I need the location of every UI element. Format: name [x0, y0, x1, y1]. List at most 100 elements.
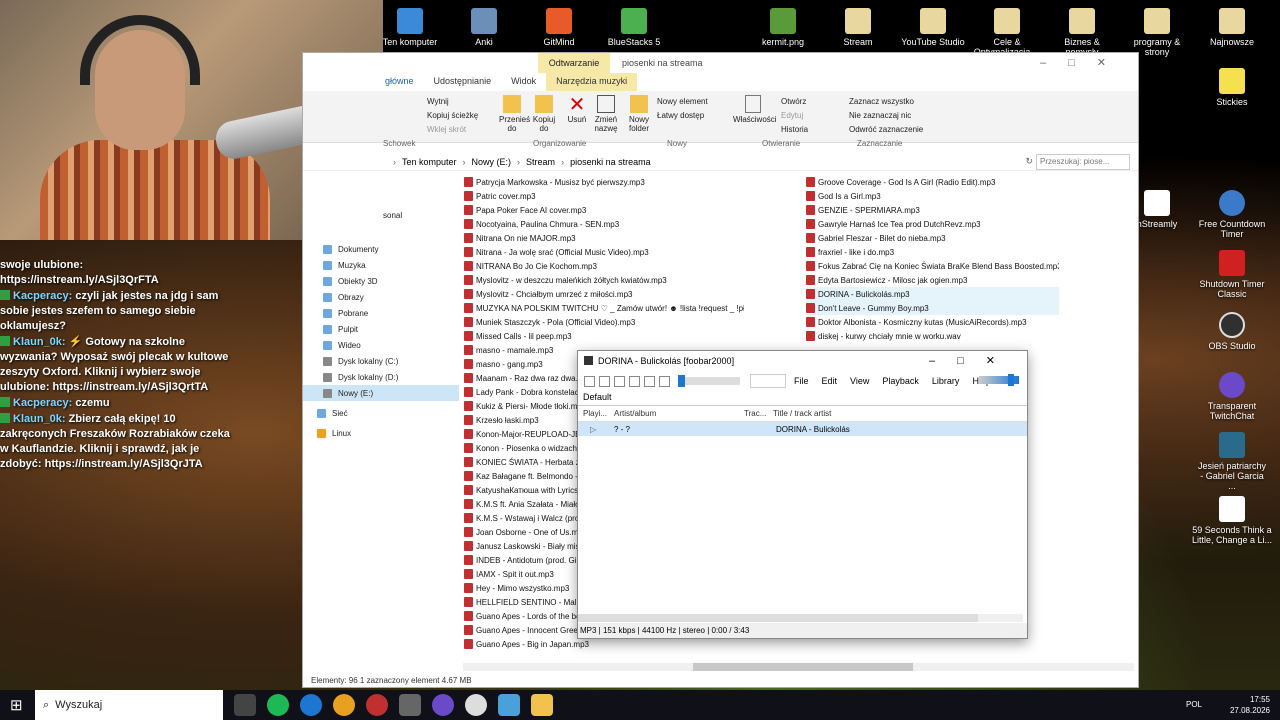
file-item[interactable]: Gawryle Harnaś Ice Tea prod DutchRevz.mp…	[806, 217, 1059, 231]
new-item-button[interactable]: Nowy element	[657, 97, 708, 106]
file-item[interactable]: Nocotyaina, Paulina Chmura - SEN.mp3	[464, 217, 744, 231]
menu-playback[interactable]: Playback	[882, 376, 919, 386]
nav-item-documents[interactable]: Dokumenty	[303, 241, 459, 257]
file-item[interactable]: Fokus Zabrać Cię na Koniec Świata BraKe …	[806, 259, 1059, 273]
volume-slider[interactable]	[979, 374, 1019, 386]
file-item[interactable]: Don't Leave - Gummy Boy.mp3	[806, 301, 1059, 315]
spotify-icon[interactable]	[267, 694, 289, 716]
playlist-row[interactable]: ▷ ? - ? DORINA - Bulickolás	[578, 422, 1027, 436]
menu-edit[interactable]: Edit	[822, 376, 838, 386]
file-item[interactable]: Myslovitz - Chciałbym umrzeć z miłości.m…	[464, 287, 744, 301]
breadcrumb-item[interactable]: Ten komputer	[402, 157, 457, 167]
horizontal-scrollbar[interactable]	[463, 663, 1134, 671]
previous-icon[interactable]	[629, 375, 640, 387]
scrollbar-thumb[interactable]	[578, 614, 978, 622]
file-item[interactable]: DORINA - Bulickolás.mp3	[806, 287, 1059, 301]
desktop-icon[interactable]: Transparent TwitchChat	[1197, 372, 1267, 421]
stop-icon[interactable]	[584, 375, 595, 387]
file-item[interactable]: Nitrana - Ja wolę srać (Official Music V…	[464, 245, 744, 259]
file-item[interactable]: MUZYKA NA POLSKIM TWITCHU ♡ _ Zamów utwó…	[464, 301, 744, 315]
foobar-taskbar-icon[interactable]	[399, 694, 421, 716]
select-none-button[interactable]: Nie zaznaczaj nic	[849, 111, 911, 120]
file-item[interactable]: Papa Poker Face AI cover.mp3	[464, 203, 744, 217]
desktop-icon[interactable]: programy & strony	[1122, 8, 1192, 57]
desktop-icon[interactable]: Shutdown Timer Classic	[1197, 250, 1267, 299]
file-item[interactable]: Gabriel Fleszar - Bilet do nieba.mp3	[806, 231, 1059, 245]
horizontal-scrollbar[interactable]	[578, 614, 1023, 622]
task-view-icon[interactable]	[234, 694, 256, 716]
desktop-icon[interactable]: Ten komputer	[375, 8, 445, 47]
tab-view[interactable]: Widok	[501, 73, 546, 91]
invert-selection-button[interactable]: Odwróć zaznaczenie	[849, 125, 923, 134]
desktop-icon[interactable]: OBS Studio	[1197, 312, 1267, 351]
opera-icon[interactable]	[366, 694, 388, 716]
paste-shortcut-button[interactable]: Wklej skrót	[427, 125, 466, 134]
file-item[interactable]: Myslovitz - w deszczu maleńkich żółtych …	[464, 273, 744, 287]
easy-access-button[interactable]: Łatwy dostęp	[657, 111, 704, 120]
desktop-icon[interactable]: kermit.png	[748, 8, 818, 47]
move-to-button[interactable]: Przenieś do	[499, 95, 530, 133]
file-explorer-icon[interactable]	[531, 694, 553, 716]
breadcrumb-item[interactable]: Stream	[526, 157, 555, 167]
seek-thumb[interactable]	[678, 375, 685, 387]
desktop-icon[interactable]: Cele & Optymalizacja ...	[972, 8, 1042, 57]
delete-button[interactable]: ✕ Usuń	[565, 95, 589, 124]
file-item[interactable]: Guano Apes - Big in Japan.mp3	[464, 637, 744, 651]
file-item[interactable]: God Is a Girl.mp3	[806, 189, 1059, 203]
file-item[interactable]: Groove Coverage - God Is A Girl (Radio E…	[806, 175, 1059, 189]
menu-view[interactable]: View	[850, 376, 869, 386]
desktop-icon[interactable]: Free Countdown Timer	[1197, 190, 1267, 239]
select-all-button[interactable]: Zaznacz wszystko	[849, 97, 914, 106]
next-icon[interactable]	[644, 375, 655, 387]
pause-icon[interactable]	[614, 375, 625, 387]
language-indicator[interactable]: POL	[1186, 699, 1202, 710]
nav-item-drive-e[interactable]: Nowy (E:)	[303, 385, 459, 401]
breadcrumb-item[interactable]: piosenki na streama	[570, 157, 651, 167]
nav-item-music[interactable]: Muzyka	[303, 257, 459, 273]
col-playing[interactable]: Playi...	[578, 409, 608, 418]
scrollbar-thumb[interactable]	[693, 663, 913, 671]
nav-item-network[interactable]: Sieć	[303, 405, 459, 421]
search-input[interactable]: Przeszukaj: piose...	[1036, 153, 1130, 170]
col-track[interactable]: Trac...	[744, 409, 773, 418]
tab-music-tools[interactable]: Narzędzia muzyki	[546, 73, 638, 91]
clock-date[interactable]: 27.08.2026	[1230, 705, 1270, 716]
menu-library[interactable]: Library	[932, 376, 960, 386]
nav-item-3d[interactable]: Obiekty 3D	[303, 273, 459, 289]
twitch-icon[interactable]	[432, 694, 454, 716]
file-item[interactable]: Nitrana On nie MAJOR.mp3	[464, 231, 744, 245]
desktop-icon[interactable]: 59 Seconds Think a Little, Change a Li..…	[1190, 496, 1274, 545]
obs-taskbar-icon[interactable]	[465, 694, 487, 716]
copy-to-button[interactable]: Kopiuj do	[531, 95, 557, 133]
new-folder-button[interactable]: Nowy folder	[625, 95, 653, 133]
nav-item-video[interactable]: Wideo	[303, 337, 459, 353]
menu-file[interactable]: File	[794, 376, 809, 386]
file-item[interactable]: GENZIE - SPERMIARA.mp3	[806, 203, 1059, 217]
random-icon[interactable]	[659, 375, 670, 387]
desktop-icon[interactable]: Stickies	[1197, 68, 1267, 107]
file-item[interactable]: Patrycja Markowska - Musisz być pierwszy…	[464, 175, 744, 189]
desktop-icon[interactable]: Najnowsze	[1197, 8, 1267, 47]
file-item[interactable]: Muniek Staszczyk - Pola (Official Video)…	[464, 315, 744, 329]
context-tab-playback[interactable]: Odtwarzanie	[538, 53, 610, 73]
desktop-icon[interactable]: Stream	[823, 8, 893, 47]
taskbar-search[interactable]: ⌕ Wyszukaj	[35, 690, 223, 720]
nav-item-drive-d[interactable]: Dysk lokalny (D:)	[303, 369, 459, 385]
history-button[interactable]: Historia	[781, 125, 808, 134]
file-item[interactable]: fraxriel - like i do.mp3	[806, 245, 1059, 259]
edge-icon[interactable]	[300, 694, 322, 716]
desktop-icon[interactable]: GitMind	[524, 8, 594, 47]
desktop-icon[interactable]: BlueStacks 5	[599, 8, 669, 47]
nav-item-linux[interactable]: Linux	[303, 425, 459, 441]
rename-button[interactable]: Zmień nazwę	[593, 95, 619, 133]
file-item[interactable]: Edyta Bartosiewicz - Milosc jak ogien.mp…	[806, 273, 1059, 287]
nav-item-downloads[interactable]: Pobrane	[303, 305, 459, 321]
windows-start-icon[interactable]: ⊞	[10, 696, 23, 714]
file-item[interactable]: NITRANA Bo Jo Cie Kochom.mp3	[464, 259, 744, 273]
col-title[interactable]: Title / track artist	[773, 409, 831, 418]
nav-item-pictures[interactable]: Obrazy	[303, 289, 459, 305]
play-icon[interactable]	[599, 375, 610, 387]
chrome-icon[interactable]	[333, 694, 355, 716]
file-item[interactable]: Missed Calls - lil peep.mp3	[464, 329, 744, 343]
nav-item[interactable]: sonal	[303, 208, 459, 222]
